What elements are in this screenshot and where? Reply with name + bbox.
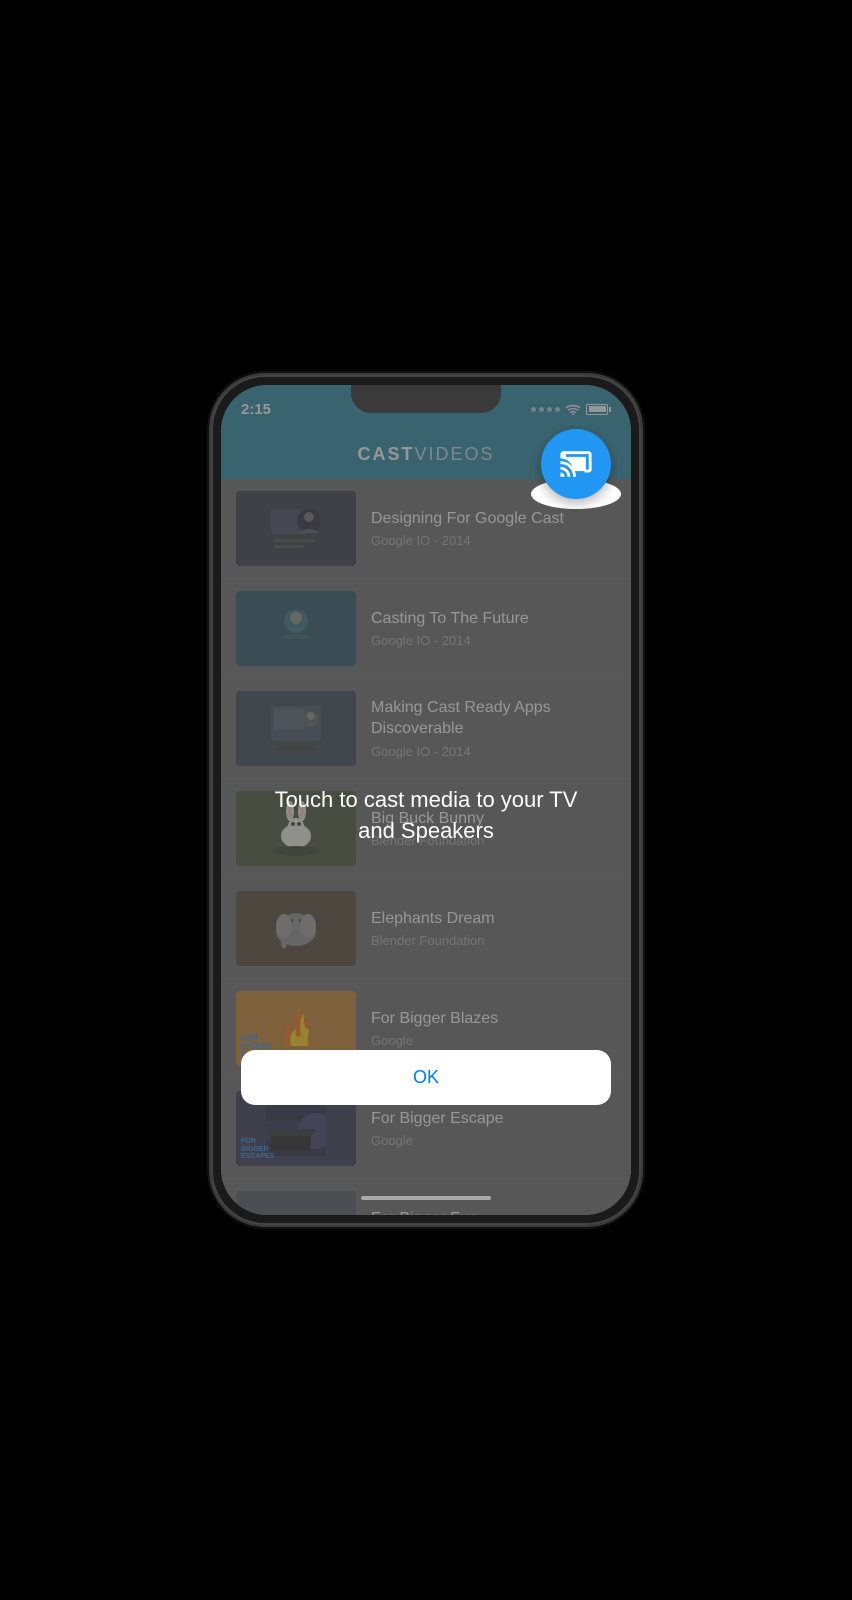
home-indicator: [361, 1196, 491, 1200]
phone-frame: 2:15: [211, 375, 641, 1225]
cast-button[interactable]: [541, 429, 611, 499]
phone-screen: 2:15: [221, 385, 631, 1215]
cast-button-container: [541, 429, 611, 499]
ok-button-label: OK: [413, 1067, 439, 1088]
tooltip-message: Touch to cast media to your TV and Speak…: [221, 765, 631, 867]
cast-icon: [559, 447, 593, 481]
ok-dialog[interactable]: OK: [241, 1050, 611, 1105]
